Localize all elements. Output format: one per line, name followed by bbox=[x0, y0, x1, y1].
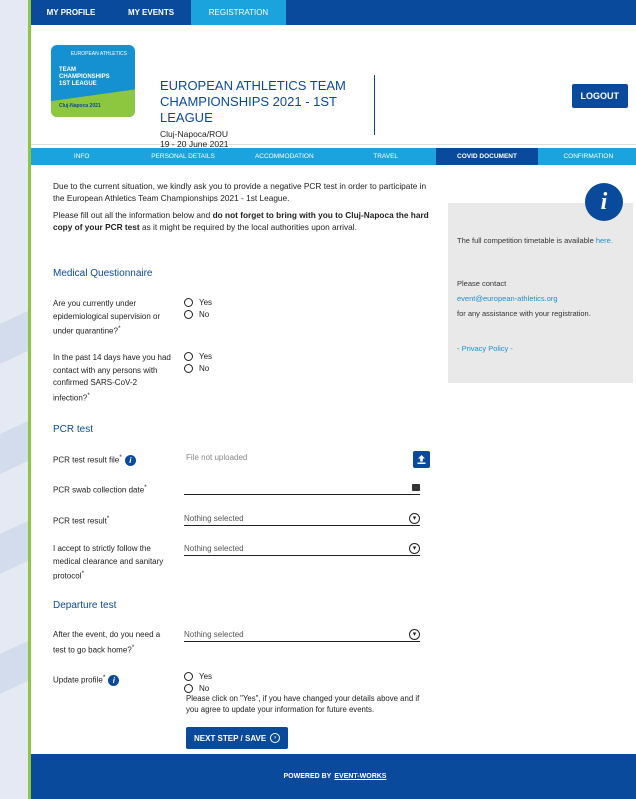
step-travel[interactable]: TRAVEL bbox=[335, 148, 436, 165]
step-covid-document[interactable]: COVID DOCUMENT bbox=[436, 148, 538, 165]
chevron-down-icon: ▾ bbox=[409, 512, 420, 524]
q-contact-no[interactable]: No bbox=[184, 364, 209, 373]
upload-icon bbox=[417, 455, 426, 464]
step-accommodation[interactable]: ACCOMMODATION bbox=[234, 148, 335, 165]
radio-icon bbox=[184, 364, 193, 373]
upload-button[interactable] bbox=[413, 451, 430, 468]
timetable-link[interactable]: here. bbox=[596, 236, 613, 245]
sidebar-assist: for any assistance with your registratio… bbox=[457, 309, 591, 318]
step-info[interactable]: INFO bbox=[31, 148, 132, 165]
departure-question-label: After the event, do you need a test to g… bbox=[53, 630, 161, 655]
event-header: EUROPEAN ATHLETICS TEAM CHAMPIONSHIPS 1S… bbox=[31, 25, 636, 149]
header-divider bbox=[374, 75, 375, 135]
radio-icon bbox=[184, 672, 193, 681]
event-location: Cluj-Napoca/ROU bbox=[160, 129, 229, 139]
main-content: Due to the current situation, we kindly … bbox=[53, 180, 433, 238]
radio-icon bbox=[184, 310, 193, 319]
pcr-file-status: File not uploaded bbox=[186, 453, 248, 462]
q-contact-label: In the past 14 days have you had contact… bbox=[53, 353, 171, 403]
step-personal-details[interactable]: PERSONAL DETAILS bbox=[132, 148, 233, 165]
radio-icon bbox=[184, 352, 193, 361]
arrow-right-icon: › bbox=[270, 733, 281, 743]
protocol-label: I accept to strictly follow the medical … bbox=[53, 544, 164, 581]
radio-icon bbox=[184, 684, 193, 693]
info-icon[interactable]: i bbox=[108, 675, 120, 687]
pcr-result-label: PCR test result* bbox=[53, 515, 110, 526]
q-contact-yes[interactable]: Yes bbox=[184, 352, 212, 361]
nav-my-events[interactable]: MY EVENTS bbox=[111, 0, 191, 25]
chevron-down-icon: ▾ bbox=[409, 542, 420, 554]
logout-button[interactable]: LOGOUT bbox=[571, 84, 628, 108]
intro-text: Due to the current situation, we kindly … bbox=[53, 181, 427, 203]
page-frame: MY PROFILE MY EVENTS REGISTRATION EUROPE… bbox=[28, 0, 636, 799]
nav-registration[interactable]: REGISTRATION bbox=[191, 0, 286, 25]
event-logo: EUROPEAN ATHLETICS TEAM CHAMPIONSHIPS 1S… bbox=[51, 45, 135, 117]
update-profile-label: Update profile* i bbox=[53, 672, 120, 687]
intro-instructions: Please fill out all the information belo… bbox=[53, 210, 429, 232]
pcr-date-label: PCR swab collection date* bbox=[53, 484, 147, 495]
pcr-test-title: PCR test bbox=[53, 424, 94, 435]
protocol-select[interactable]: Nothing selected ▾ bbox=[184, 541, 420, 556]
footer: POWERED BY EVENT-WORKS bbox=[31, 754, 636, 799]
top-nav: MY PROFILE MY EVENTS REGISTRATION bbox=[31, 0, 636, 25]
q-quarantine-label: Are you currently under epidemiological … bbox=[53, 299, 161, 336]
update-profile-no[interactable]: No bbox=[184, 684, 209, 693]
info-icon[interactable]: i bbox=[124, 455, 136, 467]
sidebar-contact: Please contact bbox=[457, 279, 507, 288]
contact-email-link[interactable]: event@european-athletics.org bbox=[457, 293, 627, 304]
next-step-save-button[interactable]: NEXT STEP / SAVE › bbox=[186, 727, 289, 749]
chevron-down-icon: ▾ bbox=[409, 628, 420, 640]
calendar-icon[interactable] bbox=[412, 483, 420, 491]
event-meta: Cluj-Napoca/ROU 19 - 20 June 2021 bbox=[160, 129, 229, 149]
medical-questionnaire-title: Medical Questionnaire bbox=[53, 268, 153, 279]
q-quarantine-no[interactable]: No bbox=[184, 310, 209, 319]
departure-select[interactable]: Nothing selected ▾ bbox=[184, 627, 420, 642]
radio-icon bbox=[184, 298, 193, 307]
update-profile-yes[interactable]: Yes bbox=[184, 672, 212, 681]
registration-steps: INFO PERSONAL DETAILS ACCOMMODATION TRAV… bbox=[31, 148, 636, 165]
sidebar-timetable: The full competition timetable is availa… bbox=[457, 236, 613, 245]
privacy-policy-link[interactable]: - Privacy Policy - bbox=[457, 343, 627, 354]
pcr-file-label: PCR test result file* i bbox=[53, 452, 136, 467]
event-works-link[interactable]: EVENT-WORKS bbox=[334, 773, 386, 780]
pcr-result-select[interactable]: Nothing selected ▾ bbox=[184, 511, 420, 526]
step-confirmation[interactable]: CONFIRMATION bbox=[538, 148, 636, 165]
update-profile-help: Please click on "Yes", if you have chang… bbox=[186, 694, 420, 714]
nav-my-profile[interactable]: MY PROFILE bbox=[31, 0, 111, 25]
pcr-date-input[interactable] bbox=[184, 480, 420, 495]
q-quarantine-yes[interactable]: Yes bbox=[184, 298, 212, 307]
info-icon: i bbox=[585, 183, 623, 221]
event-title: EUROPEAN ATHLETICS TEAM CHAMPIONSHIPS 20… bbox=[160, 78, 346, 125]
departure-test-title: Departure test bbox=[53, 600, 117, 611]
info-sidebar: i The full competition timetable is avai… bbox=[448, 183, 633, 383]
